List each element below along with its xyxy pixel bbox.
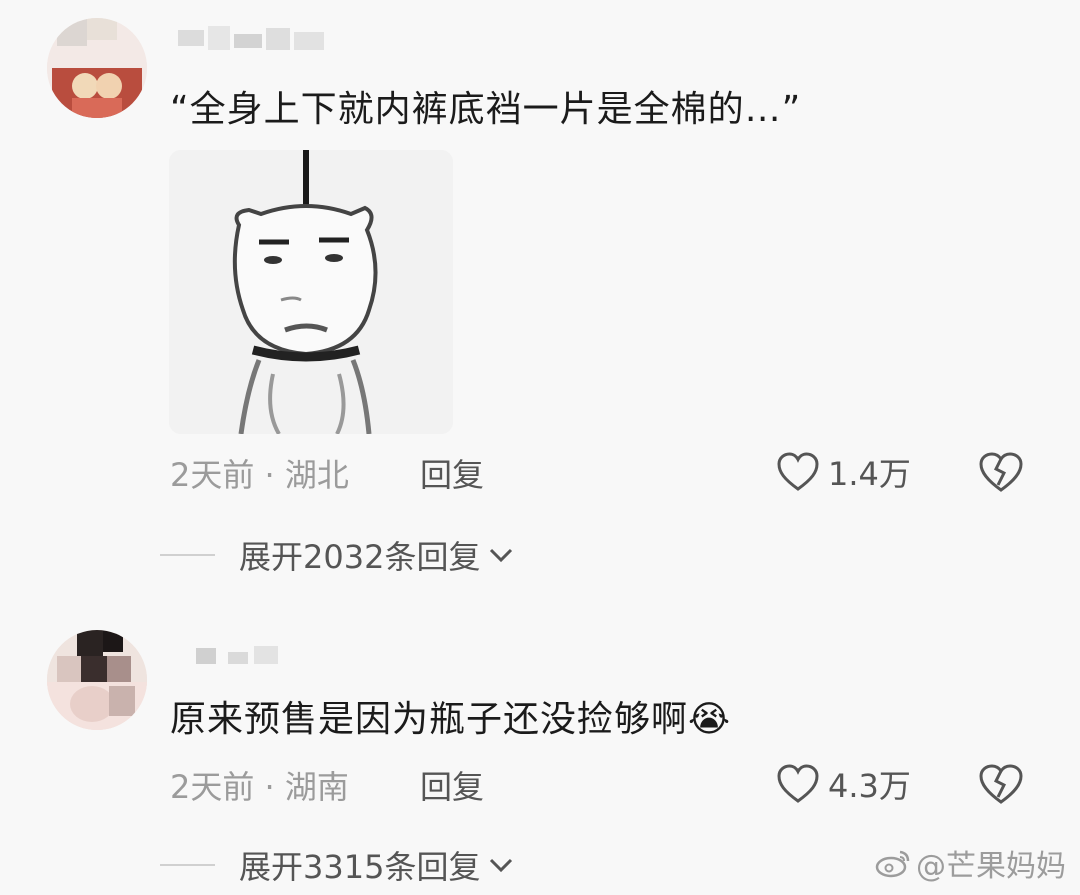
expand-replies-label: 展开2032条回复 (239, 538, 481, 576)
chevron-down-icon (490, 548, 513, 563)
comment-text: “全身上下就内裤底裆一片是全棉的…” (170, 89, 802, 130)
reply-button[interactable]: 回复 (420, 762, 484, 808)
like-button[interactable]: 4.3万 (776, 761, 911, 807)
meme-sticker-image[interactable] (169, 150, 453, 434)
like-count: 4.3万 (828, 767, 911, 805)
user-avatar[interactable] (47, 630, 147, 730)
dislike-button[interactable] (978, 763, 1024, 805)
username-blurred[interactable] (178, 20, 328, 52)
watermark-text: @芒果妈妈 (916, 849, 1066, 884)
dislike-button[interactable] (978, 451, 1024, 493)
divider-line (160, 864, 215, 866)
chevron-down-icon (490, 858, 513, 873)
reply-button[interactable]: 回复 (420, 450, 484, 496)
expand-replies-button[interactable]: 展开3315条回复 (160, 842, 514, 888)
username-blurred[interactable] (178, 630, 288, 664)
broken-heart-icon (979, 764, 1023, 804)
broken-heart-icon (979, 452, 1023, 492)
like-button[interactable]: 1.4万 (776, 449, 911, 495)
heart-outline-icon (777, 452, 819, 491)
user-avatar[interactable] (47, 18, 147, 118)
weibo-watermark: @芒果妈妈 (874, 841, 1066, 885)
expand-replies-label: 展开3315条回复 (239, 848, 481, 886)
expand-replies-button[interactable]: 展开2032条回复 (160, 532, 514, 578)
heart-outline-icon (777, 764, 819, 803)
comment-meta: 2天前 · 湖南 (170, 768, 349, 806)
comment-1: “全身上下就内裤底裆一片是全棉的…” 2天前 · 湖北 回复 1.4万 展开20… (0, 0, 1080, 600)
weibo-logo-icon (875, 850, 910, 878)
comment-meta: 2天前 · 湖北 (170, 456, 349, 494)
comment-text: 原来预售是因为瓶子还没捡够啊😭 (170, 699, 732, 740)
like-count: 1.4万 (828, 455, 911, 493)
divider-line (160, 554, 215, 556)
